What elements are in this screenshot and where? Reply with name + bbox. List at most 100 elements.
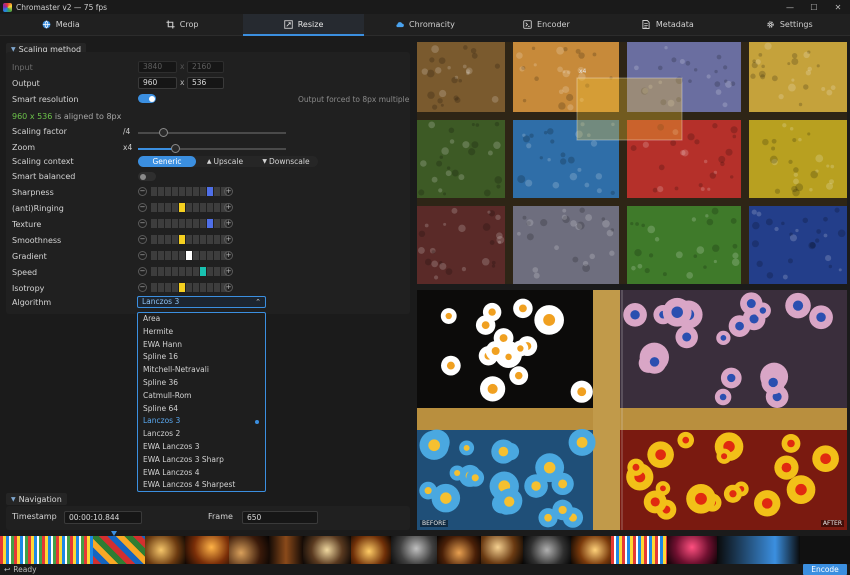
level-step[interactable]: [186, 283, 192, 292]
algorithm-option[interactable]: Lanczos 2: [138, 428, 265, 441]
level-step[interactable]: [158, 235, 164, 244]
anti-ringing-level-bar[interactable]: [151, 203, 227, 212]
isotropy-increase-button[interactable]: +: [224, 283, 233, 292]
filmstrip-thumbnail[interactable]: [571, 536, 611, 564]
smoothness-level-bar[interactable]: [151, 235, 227, 244]
context-generic-option[interactable]: Generic: [138, 156, 196, 167]
level-step[interactable]: [158, 187, 164, 196]
algorithm-option[interactable]: Area: [138, 313, 265, 326]
timeline-filmstrip[interactable]: [0, 536, 850, 564]
algorithm-option[interactable]: Lanczos 3: [138, 415, 265, 428]
level-step[interactable]: [214, 203, 220, 212]
algorithm-option[interactable]: Catmull-Rom: [138, 390, 265, 403]
filmstrip-thumbnail[interactable]: [717, 536, 800, 564]
level-step[interactable]: [193, 251, 199, 260]
smoothness-decrease-button[interactable]: −: [138, 235, 147, 244]
level-step[interactable]: [172, 235, 178, 244]
level-step[interactable]: [186, 203, 192, 212]
level-step[interactable]: [158, 219, 164, 228]
level-step[interactable]: [186, 187, 192, 196]
texture-increase-button[interactable]: +: [224, 219, 233, 228]
algorithm-option[interactable]: Mitchell-Netravali: [138, 364, 265, 377]
level-step[interactable]: [165, 267, 171, 276]
algorithm-option[interactable]: EWA Lanczos 3: [138, 441, 265, 454]
frame-field[interactable]: 650: [242, 511, 318, 524]
source-preview[interactable]: x4: [417, 42, 847, 284]
filmstrip-thumbnail[interactable]: [145, 536, 185, 564]
level-step[interactable]: [179, 219, 185, 228]
level-step[interactable]: [172, 219, 178, 228]
level-step[interactable]: [193, 187, 199, 196]
sharpness-decrease-button[interactable]: −: [138, 187, 147, 196]
level-step[interactable]: [172, 187, 178, 196]
output-height-field[interactable]: 536: [187, 77, 224, 89]
level-step[interactable]: [186, 219, 192, 228]
smoothness-increase-button[interactable]: +: [224, 235, 233, 244]
level-step[interactable]: [214, 283, 220, 292]
context-downscale-option[interactable]: ▼ Downscale: [254, 156, 318, 167]
algorithm-option[interactable]: Spline 16: [138, 351, 265, 364]
level-step[interactable]: [193, 235, 199, 244]
level-step[interactable]: [165, 187, 171, 196]
close-button[interactable]: ✕: [826, 0, 850, 14]
level-step[interactable]: [172, 203, 178, 212]
level-step[interactable]: [158, 203, 164, 212]
level-step[interactable]: [158, 251, 164, 260]
timestamp-field[interactable]: 00:00:10.844: [64, 511, 142, 524]
isotropy-level-bar[interactable]: [151, 283, 227, 292]
level-step[interactable]: [214, 235, 220, 244]
tab-metadata[interactable]: Metadata: [607, 14, 728, 35]
algorithm-option[interactable]: EWA Hann: [138, 339, 265, 352]
filmstrip-thumbnail[interactable]: [229, 536, 269, 564]
sharpness-increase-button[interactable]: +: [224, 187, 233, 196]
smart-resolution-toggle[interactable]: [138, 94, 156, 103]
level-step[interactable]: [179, 235, 185, 244]
level-step[interactable]: [158, 267, 164, 276]
level-step[interactable]: [186, 267, 192, 276]
level-step[interactable]: [200, 219, 206, 228]
filmstrip-thumbnail[interactable]: [93, 536, 145, 564]
level-step[interactable]: [200, 235, 206, 244]
level-step[interactable]: [207, 203, 213, 212]
level-step[interactable]: [207, 251, 213, 260]
algorithm-option[interactable]: EWA Lanczos 3 Sharp: [138, 454, 265, 467]
level-step[interactable]: [172, 251, 178, 260]
tab-media[interactable]: Media: [0, 14, 121, 35]
filmstrip-thumbnail[interactable]: [351, 536, 391, 564]
output-width-field[interactable]: 960: [138, 77, 177, 89]
algorithm-option[interactable]: EWA Lanczos 4 Sharpest: [138, 479, 265, 492]
algorithm-option[interactable]: Hermite: [138, 326, 265, 339]
tab-crop[interactable]: Crop: [121, 14, 242, 35]
filmstrip-thumbnail[interactable]: [269, 536, 303, 564]
level-step[interactable]: [200, 187, 206, 196]
texture-level-bar[interactable]: [151, 219, 227, 228]
speed-decrease-button[interactable]: −: [138, 267, 147, 276]
algorithm-option[interactable]: EWA Lanczos 4: [138, 467, 265, 480]
filmstrip-thumbnail[interactable]: [391, 536, 437, 564]
level-step[interactable]: [151, 267, 157, 276]
level-step[interactable]: [193, 283, 199, 292]
maximize-button[interactable]: ☐: [802, 0, 826, 14]
navigation-header[interactable]: ▼ Navigation: [6, 493, 67, 505]
level-step[interactable]: [179, 267, 185, 276]
level-step[interactable]: [193, 219, 199, 228]
level-step[interactable]: [193, 203, 199, 212]
gradient-decrease-button[interactable]: −: [138, 251, 147, 260]
filmstrip-thumbnail[interactable]: [523, 536, 571, 564]
gradient-increase-button[interactable]: +: [224, 251, 233, 260]
isotropy-decrease-button[interactable]: −: [138, 283, 147, 292]
level-step[interactable]: [179, 203, 185, 212]
level-step[interactable]: [179, 251, 185, 260]
level-step[interactable]: [207, 283, 213, 292]
level-step[interactable]: [207, 267, 213, 276]
level-step[interactable]: [151, 283, 157, 292]
speed-level-bar[interactable]: [151, 267, 227, 276]
smart-balanced-toggle[interactable]: [138, 172, 156, 181]
level-step[interactable]: [207, 235, 213, 244]
zoom-thumb[interactable]: [171, 144, 180, 153]
filmstrip-thumbnail[interactable]: [0, 536, 93, 564]
algorithm-option[interactable]: Spline 36: [138, 377, 265, 390]
level-step[interactable]: [151, 219, 157, 228]
level-step[interactable]: [179, 283, 185, 292]
filmstrip-thumbnail[interactable]: [185, 536, 229, 564]
